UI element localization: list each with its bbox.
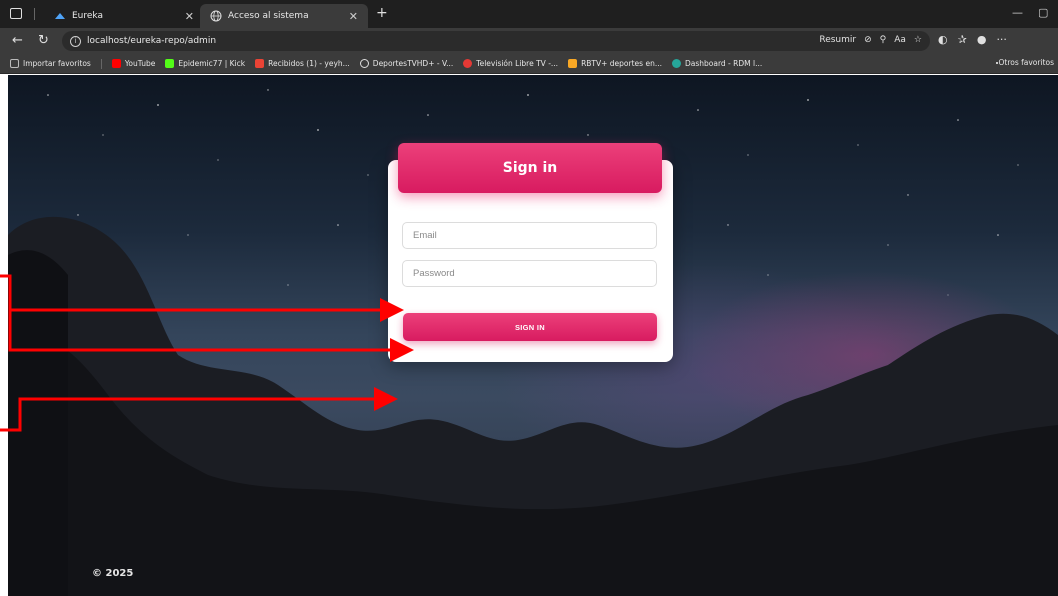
sidebar-toggle-icon[interactable] xyxy=(10,8,22,19)
tab-label: Eureka xyxy=(72,11,103,21)
tab-label: Acceso al sistema xyxy=(228,11,309,21)
restore-icon[interactable]: ▢ xyxy=(1038,6,1048,19)
bookmark-kick[interactable]: Epidemic77 | Kick xyxy=(165,59,245,68)
eureka-favicon-icon xyxy=(54,10,66,22)
site-info-icon[interactable]: i xyxy=(70,35,81,47)
tab-acceso-al-sistema[interactable]: Acceso al sistema ✕ xyxy=(200,4,368,28)
globe-icon xyxy=(210,10,222,22)
bookmark-youtube[interactable]: YouTube xyxy=(111,59,156,68)
summarize-button[interactable]: Resumir xyxy=(819,35,856,45)
address-bar-row: ← ↻ i localhost/eureka-repo/admin Resumi… xyxy=(0,28,1058,54)
bookmark-importar-favoritos[interactable]: Importar favoritos xyxy=(10,59,91,68)
bookmark-dashboard-rdm[interactable]: Dashboard - RDM l... xyxy=(671,59,763,68)
bookmarks-bar: Importar favoritos YouTube Epidemic77 | … xyxy=(0,54,1058,74)
read-aloud-icon[interactable]: Aa xyxy=(894,35,906,45)
bookmark-rbtv[interactable]: RBTV+ deportes en... xyxy=(568,59,662,68)
bookmark-label: Dashboard - RDM l... xyxy=(684,59,763,68)
refresh-icon[interactable]: ↻ xyxy=(38,33,49,48)
close-tab-icon[interactable]: ✕ xyxy=(349,10,358,23)
password-input[interactable] xyxy=(402,260,657,287)
back-icon[interactable]: ← xyxy=(12,33,23,48)
favorites-icon[interactable]: ✰ xyxy=(958,33,967,46)
bookmark-label: Epidemic77 | Kick xyxy=(178,59,246,68)
tab-eureka[interactable]: Eureka ✕ xyxy=(44,4,204,28)
television-libre-icon xyxy=(463,59,473,68)
new-tab-icon[interactable]: + xyxy=(376,5,388,21)
bookmark-label: DeportesTVHD+ - V... xyxy=(372,59,454,68)
key-icon[interactable]: ⚲ xyxy=(880,35,887,45)
import-icon xyxy=(10,59,19,68)
more-options-icon[interactable]: ··· xyxy=(996,33,1007,46)
youtube-icon xyxy=(111,59,121,68)
login-card-header: Sign in xyxy=(398,143,662,193)
rbtv-icon xyxy=(568,59,578,68)
minimize-icon[interactable]: — xyxy=(1012,6,1023,19)
bookmark-deportestvhd[interactable]: DeportesTVHD+ - V... xyxy=(359,59,454,68)
close-tab-icon[interactable]: ✕ xyxy=(185,10,194,23)
bookmark-television-libre[interactable]: Televisión Libre TV -... xyxy=(463,59,558,68)
bookmark-label: Importar favoritos xyxy=(23,59,91,68)
bookmark-gmail[interactable]: Recibidos (1) - yeyh... xyxy=(255,59,350,68)
bookmark-label: Otros favoritos xyxy=(998,58,1054,67)
browser-titlebar: Eureka ✕ Acceso al sistema ✕ + — ▢ xyxy=(0,0,1058,28)
favorite-star-icon[interactable]: ☆ xyxy=(914,35,922,45)
kick-icon xyxy=(165,59,175,68)
email-input[interactable] xyxy=(402,222,657,249)
tab-separator xyxy=(34,8,35,20)
url-actions: Resumir ⊘ ⚲ Aa ☆ xyxy=(819,35,922,45)
deportestvhd-icon xyxy=(359,59,369,68)
sign-in-button[interactable]: SIGN IN xyxy=(403,313,657,341)
url-text: localhost/eureka-repo/admin xyxy=(87,36,217,46)
copilot-icon[interactable]: ⊘ xyxy=(864,35,872,45)
footer-copyright: © 2025 xyxy=(92,568,134,579)
url-field[interactable]: i localhost/eureka-repo/admin Resumir ⊘ … xyxy=(62,31,930,51)
bookmark-label: Recibidos (1) - yeyh... xyxy=(268,59,350,68)
bookmark-label: YouTube xyxy=(124,59,156,68)
dashboard-icon xyxy=(671,59,681,68)
bookmark-label: RBTV+ deportes en... xyxy=(581,59,662,68)
profile-avatar-icon[interactable]: ● xyxy=(977,33,987,46)
toolbar-icons: ◐ ✰ ● ··· xyxy=(938,33,1007,46)
gmail-icon xyxy=(255,59,265,68)
bookmark-separator xyxy=(100,58,102,69)
bookmark-label: Televisión Libre TV -... xyxy=(476,59,559,68)
bookmark-otros-favoritos[interactable]: Otros favoritos xyxy=(996,58,1054,67)
browser-essentials-icon[interactable]: ◐ xyxy=(938,33,948,46)
